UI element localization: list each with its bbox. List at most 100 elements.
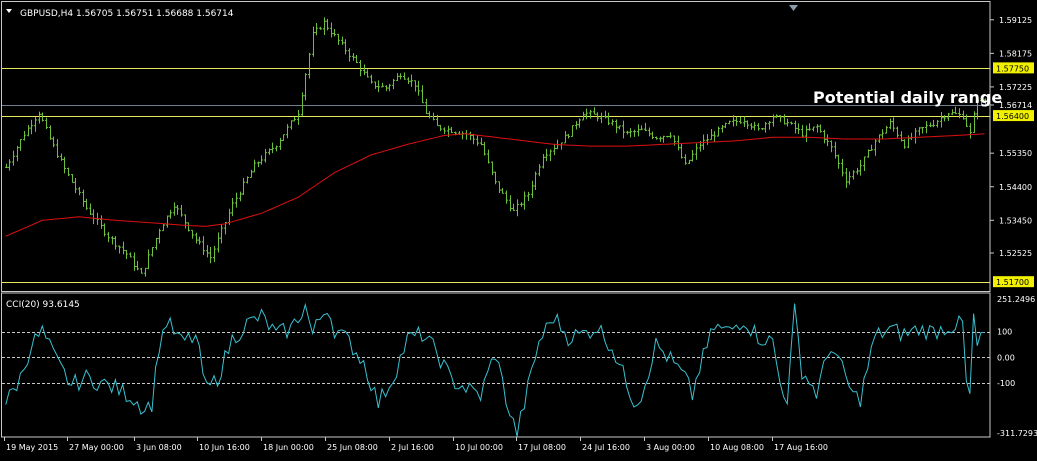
price-bar [505,190,508,204]
price-bar [801,124,804,138]
price-bar [330,22,333,38]
price-bar [527,191,530,201]
price-bar [34,117,37,132]
price-bar [567,134,570,139]
price-bar [564,131,567,144]
moving-average-line [5,133,985,237]
price-bar [89,203,92,215]
price-bar [684,154,687,165]
price-bar [786,118,789,127]
price-bar [297,110,300,125]
price-bar [918,127,921,136]
time-tick-label: 17 Aug 16:00 [774,443,828,452]
time-tick-label: 18 Jun 00:00 [263,443,314,452]
price-bar [469,131,472,141]
price-bar [761,127,764,130]
price-bar [250,169,253,179]
price-bar [366,69,369,78]
price-bar [333,29,336,37]
price-bar [870,144,873,152]
price-bar [717,126,720,137]
price-bar [140,267,143,274]
price-bar [808,123,811,131]
time-tick-label: 24 Jul 16:00 [582,443,630,452]
price-bar [363,64,366,76]
price-bar [271,142,274,154]
chart-window: 1.59125 1.58175 1.57225 1.56714 1.55350 1.544… [0,0,1037,457]
price-bar [622,120,625,139]
shift-marker-icon[interactable] [789,5,798,11]
price-bar [874,139,877,156]
price-bar [370,74,373,84]
cci-pane-frame [1,292,991,438]
price-bar [812,126,815,132]
price-bar [512,203,515,211]
cci-tick-label: 0.00 [997,353,1015,362]
price-bar [385,85,388,92]
price-bar [421,85,424,104]
price-bar [491,161,494,176]
price-tick-label: 1.56714 [999,101,1032,110]
price-bar [932,119,935,128]
price-bar [407,77,410,85]
price-bar [374,81,377,89]
symbol-info: GBPUSD,H4 1.56705 1.56751 1.56688 1.5671… [20,9,234,19]
price-bar [443,127,446,135]
price-bar [936,120,939,128]
price-bar [377,80,380,93]
forex-chart: 1.59125 1.58175 1.57225 1.56714 1.55350 1.544… [1,1,1037,452]
cci-tick-label: -311.7293 [997,429,1037,438]
price-bar [268,148,271,155]
price-bar [217,232,220,253]
price-bar [695,143,698,160]
price-bar [341,36,344,45]
price-bar [837,154,840,169]
time-tick-label: 10 Jun 16:00 [199,443,250,452]
price-bar [501,188,504,194]
price-bar [92,209,95,225]
price-pane-frame [1,1,991,292]
price-bar [253,159,256,173]
price-bar [410,74,413,87]
price-bar [67,167,70,177]
price-bar [648,127,651,137]
price-bar [439,124,442,132]
price-bar [575,121,578,130]
price-bar [954,106,957,115]
price-bar [12,150,15,166]
price-bar [688,159,691,165]
price-bar [381,82,384,88]
price-bar [392,78,395,90]
time-tick-label: 10 Aug 08:00 [710,443,764,452]
cci-title: CCI(20) 93.6145 [6,300,80,310]
price-bar [549,149,552,162]
price-bar [344,39,347,55]
price-bar [746,120,749,130]
price-bar [198,236,201,245]
price-bar [403,72,406,80]
price-bar [428,111,431,119]
price-bar [900,131,903,142]
price-bar [337,33,340,45]
price-bar [783,114,786,125]
price-bar [739,116,742,124]
price-bar [626,130,629,135]
price-bar [355,54,358,64]
price-bar [23,130,26,141]
price-bar [523,191,526,210]
price-bar [593,107,596,115]
price-bar [103,223,106,237]
price-bar [206,244,209,258]
time-tick-label: 17 Jul 08:00 [518,443,566,452]
price-bar [830,140,833,153]
price-bar [487,149,490,164]
price-bar [571,125,574,137]
dropdown-arrow-icon[interactable] [6,9,12,13]
price-bar [728,120,731,125]
price-bar [677,135,680,151]
time-tick-label: 19 May 2015 [6,443,58,452]
price-bar [286,124,289,139]
price-bar [133,252,136,271]
price-bar [279,137,282,150]
price-tick-label: 1.55350 [999,149,1032,158]
